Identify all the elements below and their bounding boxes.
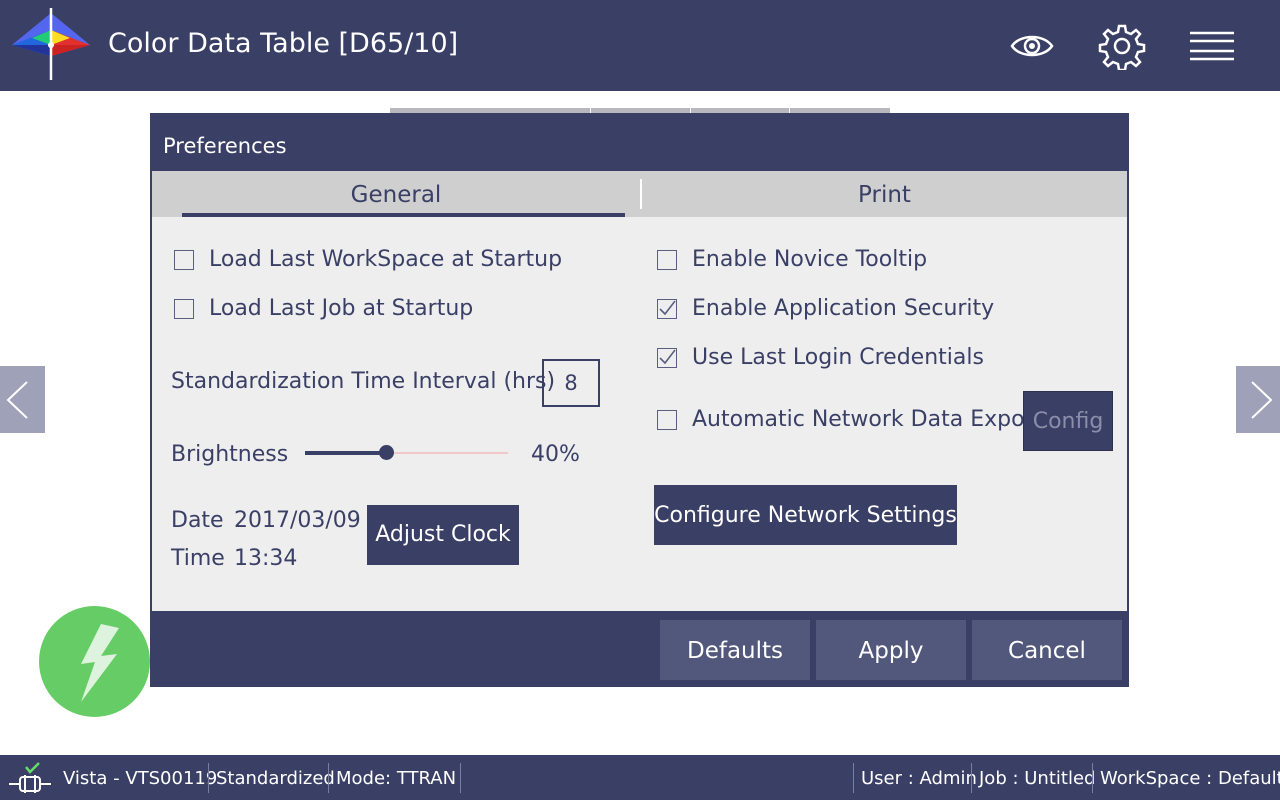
status-divider [328, 763, 329, 793]
tab-bar: General Print [152, 171, 1127, 217]
app-logo-icon [10, 8, 92, 82]
cancel-button[interactable]: Cancel [972, 620, 1122, 680]
defaults-button[interactable]: Defaults [660, 620, 810, 680]
load-job-checkbox[interactable] [174, 299, 194, 319]
adjust-clock-button[interactable]: Adjust Clock [367, 505, 519, 565]
status-divider [1092, 763, 1093, 793]
status-bar: Vista - VTS00119 Standardized Mode: TTRA… [0, 755, 1280, 800]
hamburger-menu-icon[interactable] [1188, 22, 1236, 70]
workspace-status[interactable]: WorkSpace : Default [1100, 768, 1280, 789]
lightning-bolt-icon [81, 624, 119, 702]
page-title: Color Data Table [D65/10] [108, 28, 459, 59]
chevron-right-icon [1251, 381, 1273, 419]
job-status[interactable]: Job : Untitled [979, 768, 1095, 789]
tab-print[interactable]: Print [642, 171, 1127, 217]
interval-input[interactable]: 8 [542, 359, 600, 407]
chevron-left-icon [6, 381, 28, 419]
status-divider [971, 763, 972, 793]
dialog-body: General Print Load Last WorkSpace at Sta… [152, 171, 1127, 611]
status-divider [208, 763, 209, 793]
interval-label: Standardization Time Interval (hrs) [171, 369, 556, 394]
gear-icon[interactable] [1098, 22, 1146, 72]
novice-tooltip-label: Enable Novice Tooltip [692, 247, 928, 272]
novice-tooltip-checkbox[interactable] [657, 250, 677, 270]
status-divider [853, 763, 854, 793]
preferences-dialog: Preferences General Print Load Last Work… [150, 113, 1129, 687]
time-value: 13:34 [234, 546, 298, 571]
user-status[interactable]: User : Admin [861, 768, 977, 789]
device-name: Vista - VTS00119 [63, 768, 218, 789]
configure-network-button[interactable]: Configure Network Settings [654, 485, 957, 545]
config-button[interactable]: Config [1023, 391, 1113, 451]
brightness-value: 40% [531, 442, 580, 467]
tab-general[interactable]: General [152, 171, 640, 217]
brightness-slider[interactable] [305, 445, 508, 460]
checkmark-icon [659, 349, 676, 365]
app-security-label: Enable Application Security [692, 296, 995, 321]
load-job-label: Load Last Job at Startup [209, 296, 474, 321]
date-value: 2017/03/09 [234, 508, 361, 533]
measure-button[interactable] [39, 606, 150, 717]
last-login-label: Use Last Login Credentials [692, 345, 984, 370]
apply-button[interactable]: Apply [816, 620, 966, 680]
status-divider [460, 763, 461, 793]
network-export-label: Automatic Network Data Export [692, 407, 1043, 432]
eye-icon[interactable] [1008, 22, 1056, 70]
checkmark-icon [659, 300, 676, 316]
load-workspace-checkbox[interactable] [174, 250, 194, 270]
load-workspace-label: Load Last WorkSpace at Startup [209, 247, 563, 272]
brightness-slider-fill [305, 451, 387, 455]
next-page-button[interactable] [1236, 366, 1280, 433]
network-export-checkbox[interactable] [657, 410, 677, 430]
standardization-status: Standardized [216, 768, 335, 789]
mode-status: Mode: TTRAN [336, 768, 457, 789]
dialog-title: Preferences [163, 134, 287, 158]
brightness-slider-thumb[interactable] [379, 445, 395, 460]
device-connected-icon [8, 761, 52, 797]
app-header: Color Data Table [D65/10] [0, 0, 1280, 91]
app-security-checkbox[interactable] [657, 299, 677, 319]
active-tab-indicator [182, 213, 625, 217]
time-label: Time [171, 546, 225, 571]
previous-page-button[interactable] [0, 366, 45, 433]
brightness-label: Brightness [171, 442, 289, 467]
date-label: Date [171, 508, 224, 533]
last-login-checkbox[interactable] [657, 348, 677, 368]
